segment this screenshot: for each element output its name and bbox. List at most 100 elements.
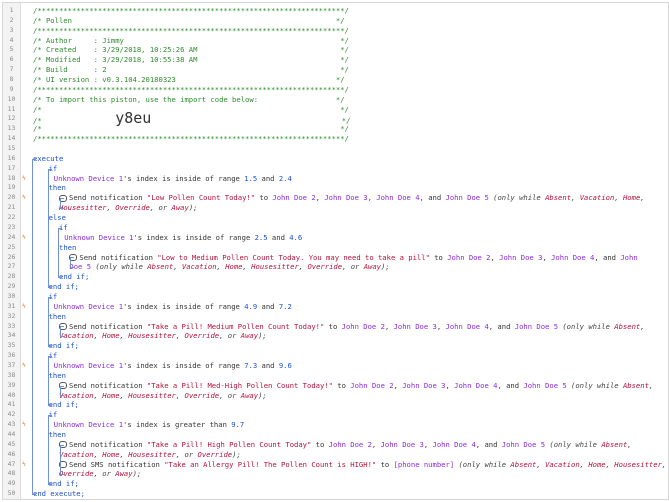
code-token: (only while: [454, 459, 511, 469]
code-line: 12/* y8eu */: [3, 111, 668, 126]
line-number: 49: [7, 479, 16, 488]
code-token: Override: [184, 331, 220, 341]
line-number: 23: [7, 222, 16, 231]
block-guide-tick: [60, 395, 64, 397]
line-number: 8: [9, 75, 14, 84]
code-line: 42 if: [3, 410, 668, 420]
code-token: ,: [661, 459, 667, 469]
code-line: 33 Send notification "Take a Pill! Medium…: [3, 322, 668, 332]
code-token: Housesitter: [614, 459, 662, 469]
code-token: John Doe 2: [447, 252, 491, 262]
code-text: then: [49, 430, 66, 440]
code-token: Housesitter: [251, 262, 299, 272]
line-number: 2: [9, 15, 14, 24]
code-token: ,: [648, 380, 654, 390]
line-number: 34: [7, 331, 16, 340]
code-token: "Take a Pill! Medium Pollen Count Today!…: [146, 321, 325, 331]
code-text: /***************************************…: [33, 134, 349, 144]
code-token: );: [188, 203, 198, 213]
line-number: 17: [7, 163, 16, 172]
code-token: and: [257, 301, 279, 311]
code-line: 1 /**************************************…: [3, 6, 668, 16]
line-number: 37: [7, 360, 16, 369]
block-guide-bar: [48, 356, 49, 406]
line-number: 10: [7, 94, 16, 103]
code-token: /***************************************…: [33, 6, 349, 15]
code-line: 9 /**************************************…: [3, 85, 668, 95]
code-text: end if;: [49, 400, 79, 410]
line-number: 22: [7, 213, 16, 222]
code-token: then: [48, 311, 66, 321]
code-text: Send notification "Low Pollen Count Toda…: [59, 193, 645, 203]
code-token: Vacation: [59, 331, 94, 341]
code-token: "Low Pollen Count Today!": [146, 193, 256, 203]
code-token: ,: [175, 390, 185, 400]
code-line: 19 then: [3, 183, 668, 193]
code-token: , and: [594, 252, 621, 262]
code-token: );: [132, 469, 142, 479]
code-token: [phone number]: [393, 459, 455, 469]
code-line: 8 /* UI version : v0.3.104.20180323 */: [3, 75, 668, 85]
code-text: Housesitter, Override, or Away);: [59, 203, 198, 213]
trace-marker-icon: ϟ: [22, 360, 26, 369]
code-text: /* */: [33, 105, 349, 115]
line-number: 18: [7, 173, 16, 182]
code-text: end if;: [49, 479, 79, 489]
code-token: Vacation: [59, 390, 94, 400]
code-token: (only while: [488, 193, 546, 203]
block-guide-bar: [60, 385, 61, 396]
line-number: 42: [7, 410, 16, 419]
code-text: end if;: [49, 282, 79, 292]
block-guide-tick: [60, 336, 64, 338]
code-token: /* Author : Jimmy */: [33, 35, 349, 45]
code-token: "Take a Pill! High Pollen Count Today": [146, 439, 312, 449]
code-text: end execute;: [33, 489, 85, 499]
block-guide-tick: [48, 346, 52, 348]
code-token: ,: [536, 459, 546, 469]
line-number: 31: [7, 301, 16, 310]
code-token: end execute;: [33, 489, 85, 499]
block-guide-bar: [48, 296, 49, 347]
code-token: 2.4: [278, 173, 292, 183]
code-text: /***************************************…: [33, 6, 349, 16]
code-line: 35 end if;: [3, 341, 668, 351]
code-token: );: [258, 331, 267, 341]
block-guide-tick: [70, 257, 74, 259]
code-line: 34 Vacation, Home, Housesitter, Override,…: [3, 331, 668, 341]
code-token: ,: [445, 380, 455, 390]
code-token: 's index is inside of range: [133, 232, 255, 242]
code-token: Send notification: [79, 252, 158, 262]
line-number: 29: [7, 282, 16, 291]
code-token: ,: [106, 203, 116, 213]
code-line: 44 then: [3, 430, 668, 440]
code-token: ,: [119, 449, 129, 459]
code-text: Vacation, Home, Housesitter, Override, o…: [59, 391, 267, 401]
code-token: else: [48, 213, 66, 223]
code-text: Unknown Device 1's index is greater than…: [54, 420, 244, 430]
code-token: ,: [242, 262, 252, 272]
code-token: end if;: [48, 479, 79, 489]
code-token: Housesitter: [128, 331, 176, 341]
code-text: Send notification "Low to Medium Pollen …: [69, 252, 638, 263]
line-number: 24: [7, 232, 16, 241]
code-token: Home: [102, 331, 120, 341]
code-line: 37 ϟ Unknown Device 1's index is inside of…: [3, 361, 668, 371]
code-token: /***************************************…: [33, 84, 349, 94]
code-line: 28 end if;: [3, 272, 668, 282]
code-token: Override: [307, 262, 343, 272]
block-guide-bar: [48, 415, 49, 485]
code-token: Vacation: [59, 449, 94, 459]
line-number: 19: [7, 183, 16, 192]
code-token: and: [257, 360, 279, 370]
block-guide-bar: [48, 168, 49, 287]
block-guide-bar: [60, 198, 61, 209]
code-token: Override: [59, 469, 94, 479]
block-guide-tick: [48, 484, 52, 486]
code-token: );: [381, 262, 390, 272]
code-token: to: [311, 439, 329, 449]
code-token: end if;: [48, 400, 79, 410]
code-token: 's index is inside of range: [123, 173, 245, 183]
block-guide-bar: [58, 227, 59, 278]
code-token: then: [48, 370, 66, 380]
code-text: Unknown Device 1's index is inside of ra…: [54, 361, 292, 371]
